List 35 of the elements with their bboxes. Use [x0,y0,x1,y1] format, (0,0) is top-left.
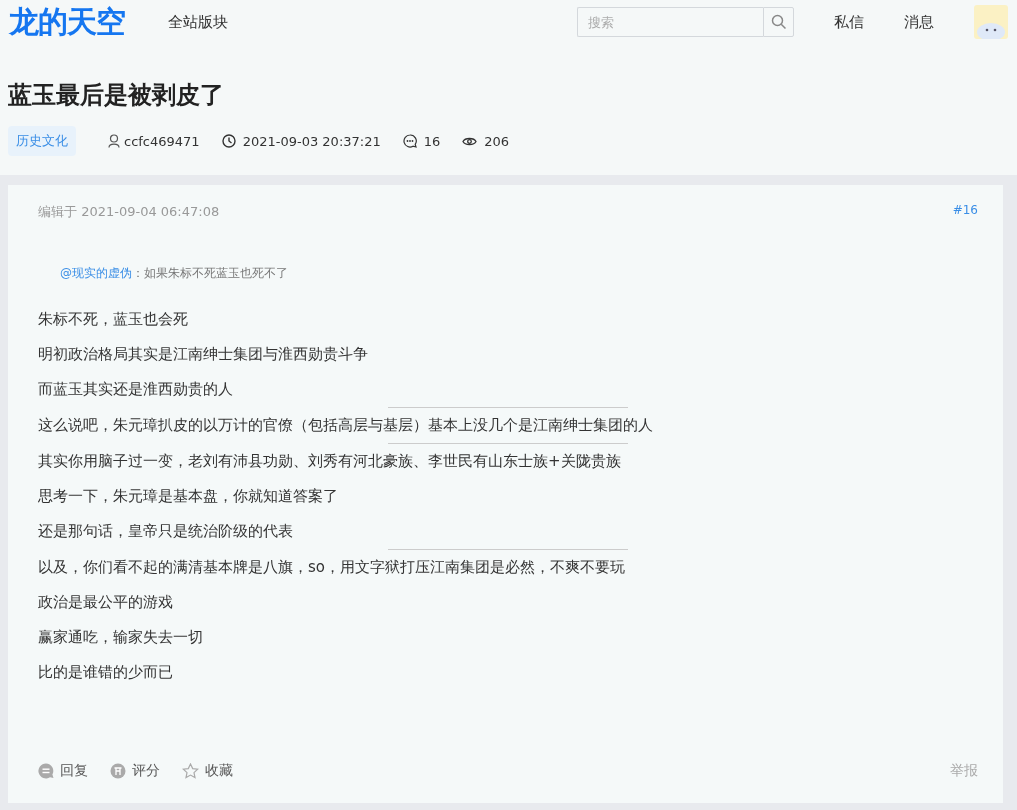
paragraph: 还是那句话，皇帝只是统治阶级的代表 [38,521,294,542]
favorite-button[interactable]: 收藏 [182,762,233,780]
paragraph: 赢家通吃，输家失去一切 [38,627,204,648]
post-title: 蓝玉最后是被剥皮了 [8,80,225,110]
comment-count: 16 [423,133,441,149]
view-count: 206 [484,133,510,149]
paragraph: 朱标不死，蓝玉也会死 [38,309,189,330]
search-field[interactable]: 搜索 [577,7,763,37]
clock-icon [221,134,236,148]
comment-icon [402,134,417,148]
rate-button[interactable]: 评分 [110,762,160,780]
reply-button[interactable]: 回复 [38,762,88,780]
search-button[interactable] [763,7,794,37]
header-link[interactable]: 私信 [834,12,864,32]
eye-icon [462,135,478,147]
paragraph: 明初政治格局其实是江南绅士集团与淮西勋贵斗争 [38,344,369,365]
user-icon [108,134,120,148]
nav-link[interactable]: 全站版块 [168,12,228,32]
speech-bubble-icon [38,763,54,779]
header-link[interactable]: 消息 [904,12,934,32]
paragraph: 这么说吧，朱元璋扒皮的以万计的官僚（包括高层与基层）基本上没几个是江南绅士集团的人 [38,415,654,436]
paragraph: 思考一下，朱元璋是基本盘，你就知道答案了 [38,486,339,507]
author-name[interactable]: ccfc469471 [124,133,200,149]
paragraph: 以及，你们看不起的满清基本牌是八旗，so，用文字狱打压江南集团是必然，不爽不要玩 [38,557,626,578]
search-icon [770,14,787,30]
edit-time: 编辑于 2021-09-04 06:47:08 [38,203,220,221]
paragraph: 比的是谁错的少而已 [38,662,174,683]
quote-text: ：如果朱标不死蓝玉也死不了 [132,266,288,280]
paragraph: 政治是最公平的游戏 [38,592,174,613]
paragraph: 其实你用脑子过一变，老刘有沛县功勋、刘秀有河北豪族、李世民有山东士族+关陇贵族 [38,451,622,472]
coin-icon [110,763,126,779]
paragraph: 而蓝玉其实还是淮西勋贵的人 [38,379,234,400]
post-time: 2021-09-03 20:37:21 [242,133,381,149]
star-icon [182,763,199,779]
site-logo[interactable]: 龙的天空 [8,3,128,41]
